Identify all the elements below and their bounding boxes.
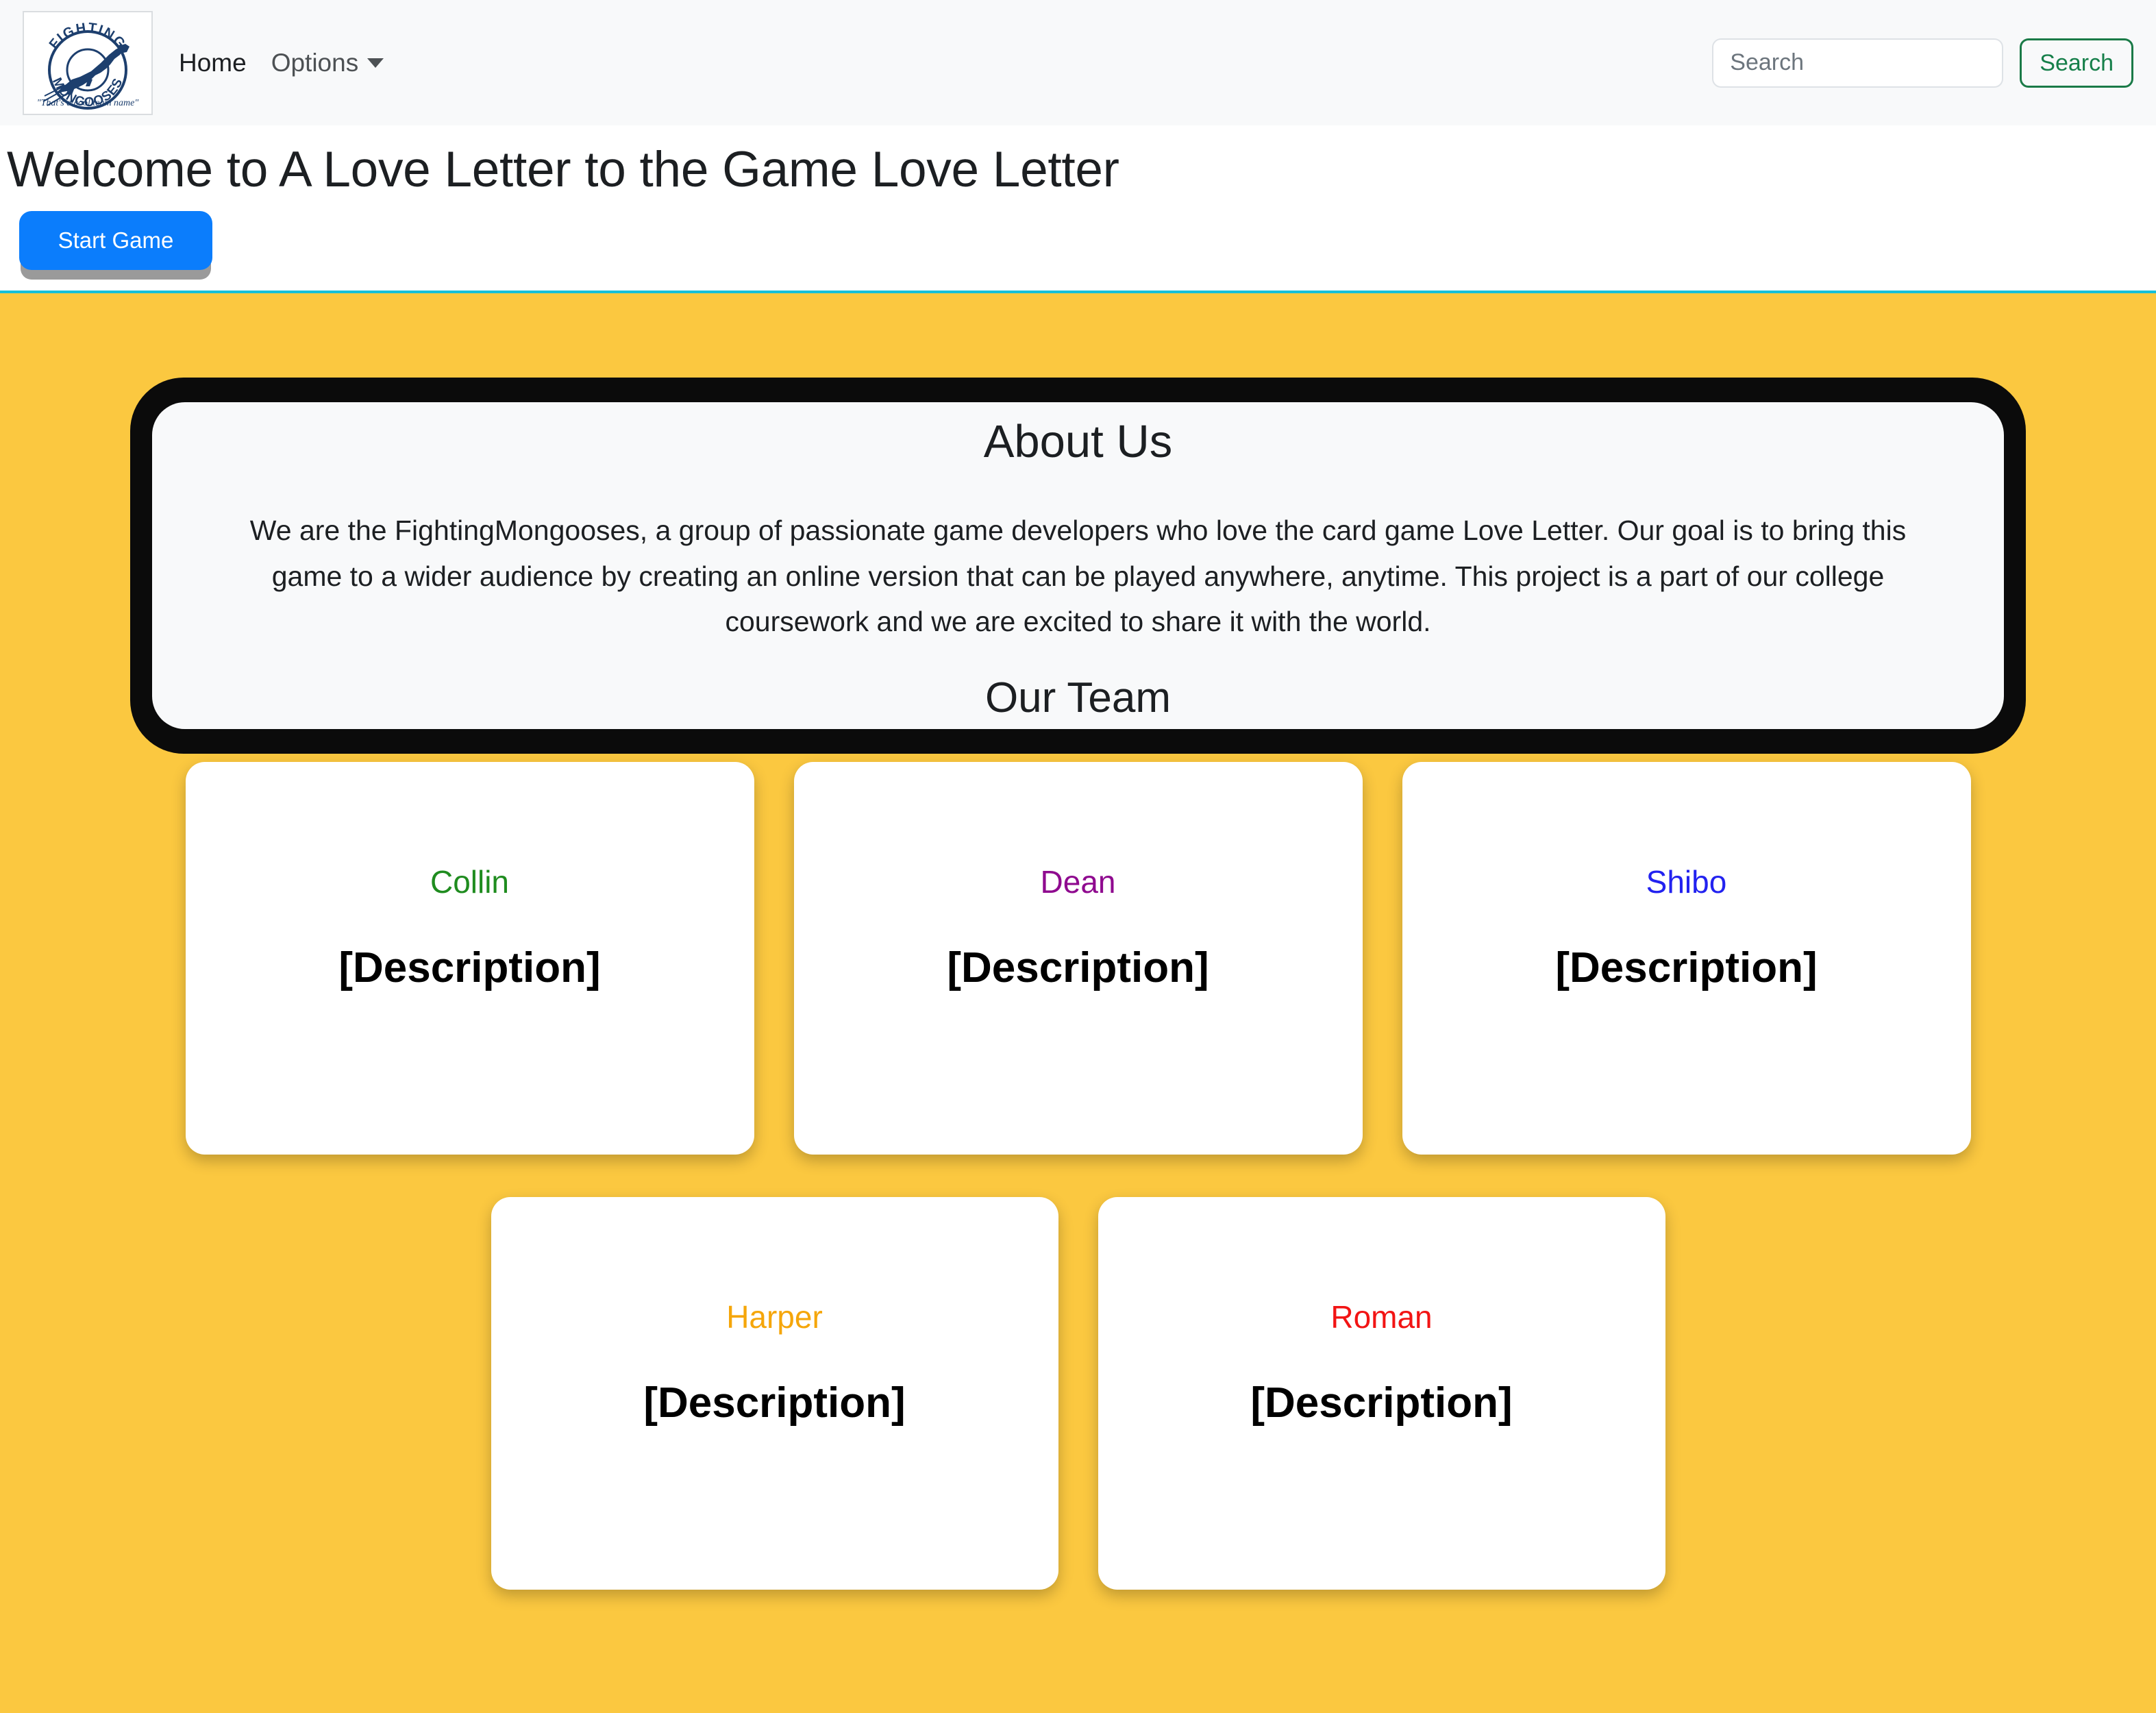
team-member-name: Harper — [726, 1298, 823, 1335]
team-member-card[interactable]: Roman [Description] — [1098, 1196, 1665, 1590]
team-member-card[interactable]: Dean [Description] — [793, 761, 1363, 1155]
team-member-card[interactable]: Shibo [Description] — [1402, 761, 1971, 1155]
svg-text:"That's a cool team name": "That's a cool team name" — [37, 98, 139, 108]
fighting-mongooses-logo-icon: FIGHTING MONGOOSES "That's a cool team n… — [29, 16, 146, 110]
main-content: About Us We are the FightingMongooses, a… — [0, 293, 2156, 1713]
team-member-name: Roman — [1330, 1298, 1433, 1335]
team-member-name: Collin — [430, 863, 510, 900]
about-us-panel: About Us We are the FightingMongooses, a… — [152, 402, 2004, 729]
nav-link-home[interactable]: Home — [179, 50, 247, 75]
team-grid: Collin [Description] Dean [Description] … — [0, 761, 2156, 1590]
brand-logo-link[interactable]: FIGHTING MONGOOSES "That's a cool team n… — [23, 10, 153, 115]
team-member-description: [Description] — [1250, 1379, 1513, 1427]
team-member-description: [Description] — [643, 1379, 906, 1427]
nav-links: Home Options — [179, 50, 384, 75]
start-game-button[interactable]: Start Game — [19, 210, 212, 270]
team-member-card[interactable]: Harper [Description] — [491, 1196, 1058, 1590]
team-member-name: Shibo — [1646, 863, 1727, 900]
nav-link-options[interactable]: Options — [271, 50, 384, 75]
team-member-card[interactable]: Collin [Description] — [185, 761, 754, 1155]
chevron-down-icon — [367, 58, 384, 68]
about-us-body: We are the FightingMongooses, a group of… — [249, 515, 1907, 638]
team-member-description: [Description] — [947, 944, 1209, 991]
search-button[interactable]: Search — [2020, 38, 2133, 88]
about-us-card: About Us We are the FightingMongooses, a… — [130, 377, 2026, 754]
team-member-description: [Description] — [338, 944, 601, 991]
our-team-heading: Our Team — [984, 674, 1172, 722]
hero-section: Welcome to A Love Letter to the Game Lov… — [0, 125, 2156, 293]
start-button-holder: Start Game — [7, 210, 2156, 291]
search-form: Search — [1712, 38, 2133, 88]
nav-link-options-label: Options — [271, 49, 359, 77]
team-row-1: Collin [Description] Dean [Description] … — [0, 761, 2156, 1155]
about-us-heading: About Us — [983, 415, 1173, 467]
top-navbar: FIGHTING MONGOOSES "That's a cool team n… — [0, 0, 2156, 125]
page-title: Welcome to A Love Letter to the Game Lov… — [7, 142, 1119, 197]
team-member-description: [Description] — [1555, 944, 1818, 991]
search-input[interactable] — [1712, 38, 2004, 88]
team-member-name: Dean — [1040, 863, 1116, 900]
about-section: About Us We are the FightingMongooses, a… — [0, 293, 2156, 754]
svg-text:FIGHTING: FIGHTING — [47, 20, 129, 51]
team-row-2: Harper [Description] Roman [Description] — [0, 1196, 2156, 1590]
